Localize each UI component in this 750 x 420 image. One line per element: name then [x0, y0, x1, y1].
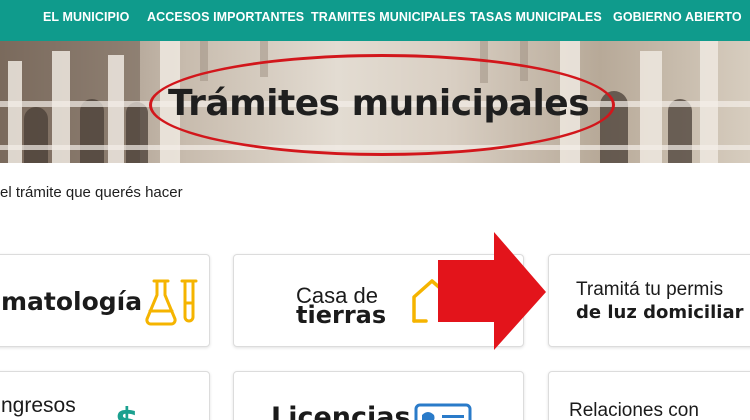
card-relaciones[interactable]: Relaciones con	[548, 371, 750, 420]
card-tierras-line2: tierras	[296, 301, 387, 329]
nav-gobierno-abierto[interactable]: GOBIERNO ABIERTO	[613, 10, 742, 24]
top-navigation-bar: EL MUNICIPIO ACCESOS IMPORTANTES TRAMITE…	[0, 0, 750, 41]
card-zoonosis[interactable]: matología	[0, 254, 210, 347]
card-licencias[interactable]: Licencias	[233, 371, 524, 420]
nav-el-municipio[interactable]: EL MUNICIPIO	[43, 10, 129, 24]
card-licencias-label: Licencias	[271, 402, 411, 420]
annotation-ellipse	[149, 54, 615, 156]
card-permiso-luz[interactable]: Tramitá tu permis de luz domiciliar	[548, 254, 750, 347]
test-tubes-icon	[145, 279, 198, 326]
dollar-icon: $	[115, 401, 139, 420]
svg-text:$: $	[115, 401, 139, 420]
intro-text: el trámite que querés hacer	[0, 184, 183, 201]
annotation-arrow-icon	[438, 232, 546, 350]
nav-tramites-municipales[interactable]: TRAMITES MUNICIPALES	[311, 10, 466, 24]
card-relaciones-label: Relaciones con	[569, 400, 699, 420]
id-card-icon	[414, 403, 472, 420]
card-zoonosis-label: matología	[1, 287, 143, 316]
card-ingresos[interactable]: ngresos $	[0, 371, 210, 420]
nav-accesos-importantes[interactable]: ACCESOS IMPORTANTES	[147, 10, 304, 24]
card-luz-line2: de luz domiciliar	[576, 302, 744, 323]
card-ingresos-label: ngresos	[1, 394, 76, 417]
card-luz-line1: Tramitá tu permis	[576, 279, 724, 300]
nav-tasas-municipales[interactable]: TASAS MUNICIPALES	[470, 10, 602, 24]
